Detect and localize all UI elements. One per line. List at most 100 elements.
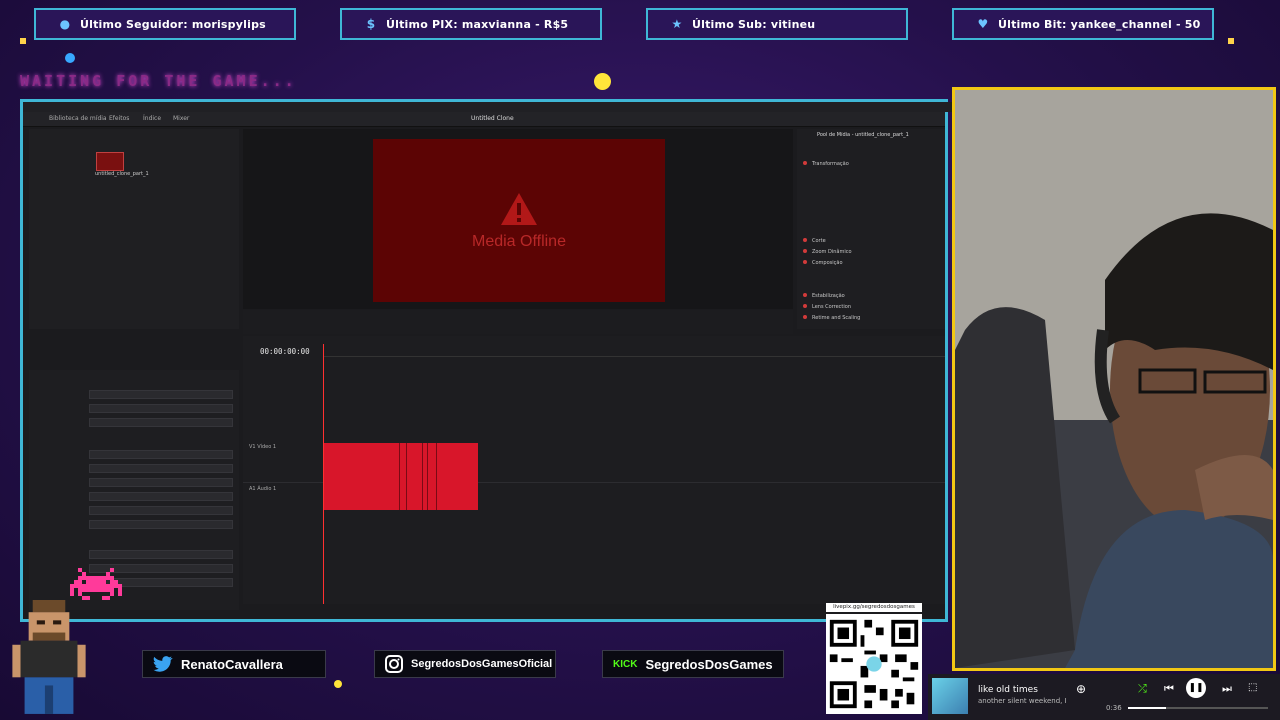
timeline-ruler[interactable] bbox=[323, 346, 945, 357]
decor-dot bbox=[20, 38, 26, 44]
inspector-section[interactable]: Estabilização bbox=[803, 293, 845, 299]
pixel-avatar-icon bbox=[12, 600, 86, 714]
section-dot bbox=[803, 315, 807, 319]
section-dot bbox=[803, 304, 807, 308]
playhead[interactable] bbox=[323, 344, 324, 604]
song-artist: another silent weekend, I bbox=[978, 697, 1067, 705]
fx-item[interactable] bbox=[89, 450, 233, 459]
section-dot bbox=[803, 238, 807, 242]
clip-thumbnail[interactable] bbox=[96, 152, 124, 171]
track-id: V1 bbox=[249, 444, 256, 450]
menu-bar[interactable] bbox=[23, 102, 953, 112]
section-label: Zoom Dinâmico bbox=[812, 249, 852, 255]
media-offline-text: Media Offline bbox=[472, 232, 566, 250]
clip-label: untitled_clone_part_1 bbox=[95, 171, 149, 177]
alert-text: Último Bit: yankee_channel - 50 bbox=[998, 17, 1201, 31]
tab-mixer[interactable]: Mixer bbox=[173, 115, 189, 122]
inspector-section[interactable]: Corte bbox=[803, 238, 826, 244]
alert-last-pix: $ Último PIX: maxvianna - R$5 bbox=[340, 8, 602, 40]
music-player: like old times another silent weekend, I… bbox=[928, 674, 1280, 720]
mini-player-icon[interactable]: ⬚ bbox=[1248, 682, 1257, 693]
inspector-section[interactable]: Composição bbox=[803, 260, 843, 266]
diamond-icon: ♥ bbox=[977, 17, 989, 31]
alert-text: Último PIX: maxvianna - R$5 bbox=[386, 17, 569, 31]
section-label: Corte bbox=[812, 238, 826, 244]
album-art bbox=[932, 678, 968, 714]
decor-ball bbox=[594, 73, 611, 90]
clip-marker bbox=[406, 443, 407, 510]
editor-window: Biblioteca de mídia Efeitos Índice Mixer… bbox=[20, 99, 953, 622]
fx-item[interactable] bbox=[89, 478, 233, 487]
clip-marker bbox=[427, 443, 428, 510]
inspector-section[interactable]: Lens Correction bbox=[803, 304, 851, 310]
fx-item[interactable] bbox=[89, 390, 233, 399]
fx-item[interactable] bbox=[89, 520, 233, 529]
track-name: Vídeo 1 bbox=[257, 444, 277, 450]
social-kick[interactable]: KICK SegredosDosGames bbox=[602, 650, 784, 678]
track-header-video[interactable]: V1 Vídeo 1 bbox=[249, 444, 319, 450]
social-instagram[interactable]: SegredosDosGamesOficial bbox=[374, 650, 556, 678]
shuffle-icon[interactable]: ⤮ bbox=[1138, 682, 1147, 696]
add-icon[interactable]: ⊕ bbox=[1076, 682, 1086, 696]
alert-text: Último Sub: vitineu bbox=[692, 17, 816, 31]
next-icon[interactable]: ⏭ bbox=[1222, 682, 1232, 696]
previous-icon[interactable]: ⏮ bbox=[1164, 682, 1174, 696]
alert-last-bit: ♥ Último Bit: yankee_channel - 50 bbox=[952, 8, 1214, 40]
tab-index[interactable]: Índice bbox=[143, 115, 161, 122]
inspector-section[interactable]: Retime and Scaling bbox=[803, 315, 860, 321]
fx-item[interactable] bbox=[89, 550, 233, 559]
waiting-text: WAITING FOR THE GAME... bbox=[20, 72, 297, 90]
timeline-clip[interactable] bbox=[324, 443, 478, 510]
transport-controls[interactable] bbox=[243, 310, 793, 334]
social-handle: RenatoCavallera bbox=[181, 656, 283, 672]
section-label: Lens Correction bbox=[812, 304, 852, 310]
warning-icon bbox=[501, 192, 537, 225]
inspector-section[interactable]: Zoom Dinâmico bbox=[803, 249, 852, 255]
instagram-icon bbox=[385, 655, 403, 673]
decor-dot bbox=[1228, 38, 1234, 44]
twitter-icon bbox=[153, 656, 173, 672]
tab-media-pool[interactable]: Biblioteca de mídia bbox=[49, 115, 107, 122]
media-offline-frame: Media Offline bbox=[373, 139, 665, 302]
viewer-panel: Media Offline bbox=[243, 129, 793, 309]
timeline-panel: 00:00:00:00 V1 Vídeo 1 A1 Áudio 1 bbox=[243, 336, 945, 604]
track-header-audio[interactable]: A1 Áudio 1 bbox=[249, 486, 319, 492]
progress-bar[interactable] bbox=[1128, 707, 1268, 709]
webcam-image bbox=[955, 90, 1273, 668]
inspector-title: Pool de Mídia - untitled_clone_part_1 bbox=[817, 132, 909, 138]
track-id: A1 bbox=[249, 486, 256, 492]
section-dot bbox=[803, 260, 807, 264]
section-label: Transformação bbox=[812, 161, 849, 167]
media-pool-panel: untitled_clone_part_1 bbox=[29, 129, 239, 329]
kick-icon: KICK bbox=[613, 658, 638, 670]
inspector-panel: Pool de Mídia - untitled_clone_part_1 Tr… bbox=[797, 129, 945, 329]
section-label: Composição bbox=[812, 260, 843, 266]
star-icon: ★ bbox=[671, 17, 683, 31]
song-title: like old times bbox=[978, 685, 1038, 695]
fx-item[interactable] bbox=[89, 492, 233, 501]
top-alert-bar: ● Último Seguidor: morispylips $ Último … bbox=[0, 0, 1280, 46]
fx-item[interactable] bbox=[89, 506, 233, 515]
alert-last-follower: ● Último Seguidor: morispylips bbox=[34, 8, 296, 40]
qr-code-icon[interactable] bbox=[826, 614, 922, 714]
section-dot bbox=[803, 161, 807, 165]
fx-item[interactable] bbox=[89, 418, 233, 427]
fx-item[interactable] bbox=[89, 404, 233, 413]
social-twitter[interactable]: RenatoCavallera bbox=[142, 650, 326, 678]
user-icon: ● bbox=[59, 17, 71, 31]
section-dot bbox=[803, 293, 807, 297]
playback-time: 0:36 bbox=[1106, 704, 1122, 712]
qr-url: livepix.gg/segredosdosgames bbox=[826, 603, 922, 612]
alert-last-sub: ★ Último Sub: vitineu bbox=[646, 8, 908, 40]
social-handle: SegredosDosGames bbox=[645, 656, 773, 672]
space-invader-icon bbox=[70, 568, 122, 600]
pause-button[interactable]: ❚❚ bbox=[1186, 678, 1206, 698]
alert-text: Último Seguidor: morispylips bbox=[80, 17, 266, 31]
tab-effects[interactable]: Efeitos bbox=[109, 115, 129, 122]
inspector-section[interactable]: Transformação bbox=[803, 161, 849, 167]
decor-ball bbox=[65, 53, 75, 63]
clip-marker bbox=[399, 443, 400, 510]
dollar-icon: $ bbox=[366, 17, 376, 31]
fx-item[interactable] bbox=[89, 464, 233, 473]
section-dot bbox=[803, 249, 807, 253]
